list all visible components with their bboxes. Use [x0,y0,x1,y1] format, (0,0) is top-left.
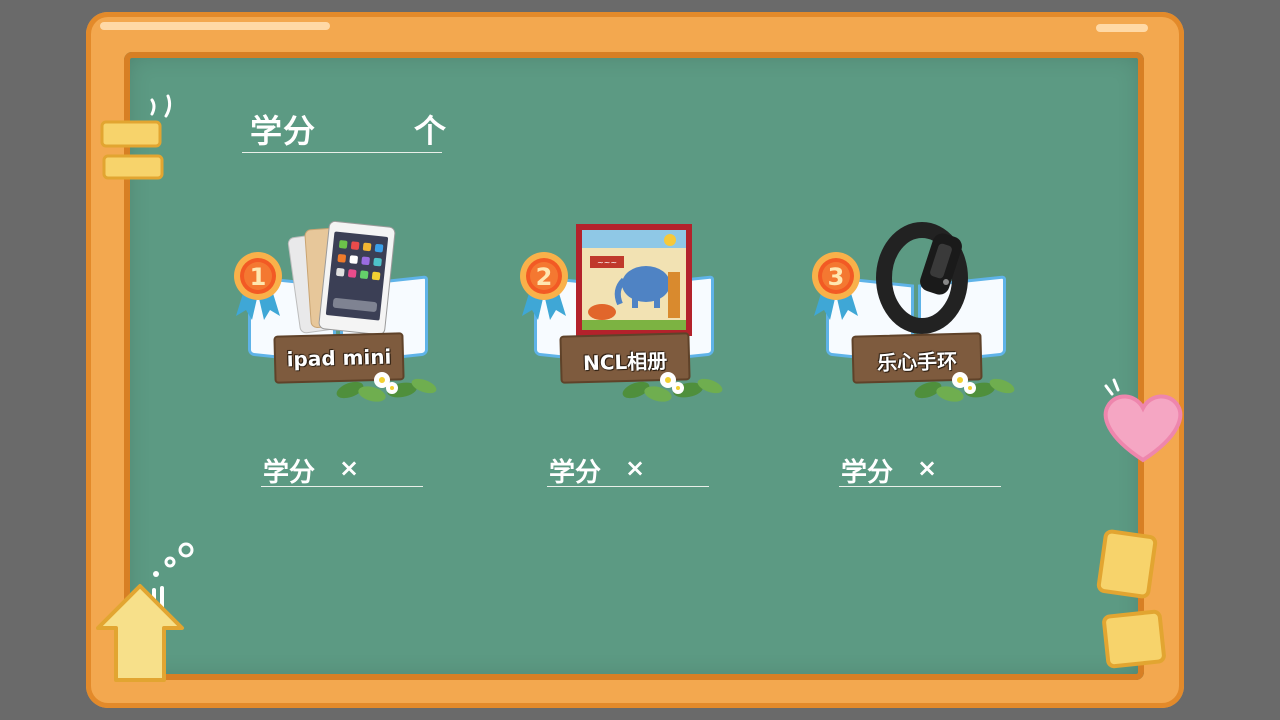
sticky-note-icon [1096,529,1166,669]
credit-line[interactable]: 学分 × [839,452,1001,488]
credit-line[interactable]: 学分 × [261,452,423,488]
medal-icon: 2 [520,252,568,320]
medal-icon: 1 [234,252,282,320]
multiply-sign: × [339,454,360,482]
header-title: 学分 [250,112,317,150]
flower-leaves-icon [622,372,723,402]
frame-highlight [100,22,330,30]
ipad-image [287,220,396,336]
header-unit: 个 [414,112,447,150]
album-image: ~~~ [576,224,692,336]
flower-leaves-icon [914,372,1015,402]
frame-highlight [1096,24,1148,32]
prize-card-2[interactable]: ~~~ 2 NCL相册 学分 × [520,220,740,500]
credit-label: 学分 [549,458,602,488]
multiply-sign: × [917,454,938,482]
multiply-sign: × [625,454,646,482]
medal-rank: 3 [828,263,845,291]
medal-rank: 1 [250,263,267,291]
credit-label: 学分 [841,458,894,488]
credit-line[interactable]: 学分 × [547,452,709,488]
svg-text:~~~: ~~~ [597,258,617,267]
flower-leaves-icon [336,372,437,402]
prize-card-1[interactable]: 1 ipad mini 学分 × [234,220,454,500]
header-credits: 学分 个 [242,104,446,153]
medal-icon: 3 [812,252,860,320]
home-icon[interactable] [94,582,186,684]
chalkboard: 学分 个 1 ipad mini 学分 × ~~~ 2 NCL相册 学分 × 3… [124,52,1144,680]
heart-icon[interactable] [1096,376,1190,466]
medal-rank: 2 [536,263,553,291]
credit-label: 学分 [263,458,316,488]
prize-card-3[interactable]: 3 乐心手环 学分 × [812,220,1032,500]
sticky-note-icon [100,120,164,180]
fitness-band-image [876,222,968,334]
